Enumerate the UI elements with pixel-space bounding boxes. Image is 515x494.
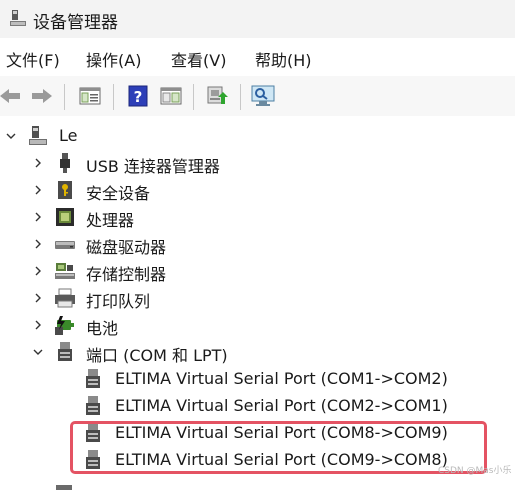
chevron-right-icon[interactable] bbox=[31, 183, 45, 197]
category-security-label[interactable]: 安全设备 bbox=[86, 180, 150, 204]
chevron-down-icon[interactable] bbox=[4, 129, 18, 143]
properties-icon[interactable] bbox=[76, 82, 104, 110]
battery-icon bbox=[54, 314, 76, 336]
category-disk-label[interactable]: 磁盘驱动器 bbox=[86, 234, 166, 258]
watermark: CSDN @Mas小乐 bbox=[438, 466, 512, 476]
forward-arrow-icon[interactable] bbox=[28, 82, 56, 110]
menu-action[interactable]: 操作(A) bbox=[86, 47, 141, 71]
svg-text:?: ? bbox=[134, 88, 143, 106]
highlight-box bbox=[70, 421, 487, 474]
toolbar-separator bbox=[193, 84, 194, 110]
category-ports-label[interactable]: 端口 (COM 和 LPT) bbox=[86, 342, 228, 366]
category-printer-label[interactable]: 打印队列 bbox=[86, 288, 150, 312]
processor-icon bbox=[54, 206, 76, 228]
update-driver-icon[interactable] bbox=[203, 82, 231, 110]
category-battery-label[interactable]: 电池 bbox=[86, 315, 118, 339]
chevron-right-icon[interactable] bbox=[31, 210, 45, 224]
port-icon bbox=[54, 341, 76, 363]
serial-port-icon bbox=[82, 395, 104, 417]
toolbar-separator bbox=[64, 84, 65, 110]
menu-view[interactable]: 查看(V) bbox=[171, 47, 226, 71]
category-usb-label[interactable]: USB 连接器管理器 bbox=[86, 153, 220, 177]
window-title: 设备管理器 bbox=[33, 13, 118, 33]
port-com2-label[interactable]: ELTIMA Virtual Serial Port (COM2->COM1) bbox=[115, 396, 448, 415]
tree-root-label[interactable]: Le bbox=[59, 126, 77, 145]
menu-help[interactable]: 帮助(H) bbox=[255, 47, 312, 71]
help-icon[interactable]: ? bbox=[124, 82, 152, 110]
computer-icon bbox=[27, 125, 49, 147]
printer-icon bbox=[54, 287, 76, 309]
port-com1-label[interactable]: ELTIMA Virtual Serial Port (COM1->COM2) bbox=[115, 369, 448, 388]
chevron-right-icon[interactable] bbox=[31, 237, 45, 251]
category-storage-label[interactable]: 存储控制器 bbox=[86, 261, 166, 285]
usb-icon bbox=[54, 152, 76, 174]
menu-file[interactable]: 文件(F) bbox=[6, 47, 60, 71]
toolbar-separator bbox=[113, 84, 114, 110]
cut-off-row bbox=[54, 475, 94, 490]
category-processor-label[interactable]: 处理器 bbox=[86, 207, 134, 231]
security-key-icon bbox=[54, 179, 76, 201]
scan-hardware-icon[interactable] bbox=[249, 82, 277, 110]
chevron-down-icon[interactable] bbox=[31, 345, 45, 359]
disk-drive-icon bbox=[54, 233, 76, 255]
chevron-right-icon[interactable] bbox=[31, 264, 45, 278]
properties-pane-icon[interactable] bbox=[157, 82, 185, 110]
chevron-right-icon[interactable] bbox=[31, 291, 45, 305]
storage-controller-icon bbox=[54, 260, 76, 282]
back-arrow-icon[interactable] bbox=[0, 82, 24, 110]
serial-port-icon bbox=[82, 368, 104, 390]
chevron-right-icon[interactable] bbox=[31, 156, 45, 170]
chevron-right-icon[interactable] bbox=[31, 318, 45, 332]
toolbar-separator bbox=[240, 84, 241, 110]
device-manager-icon bbox=[9, 8, 27, 32]
